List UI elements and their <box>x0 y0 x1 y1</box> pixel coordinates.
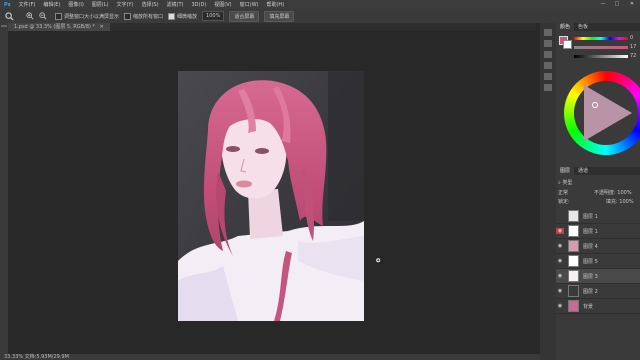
color-picker-marker <box>592 102 598 108</box>
history-icon[interactable] <box>544 29 552 36</box>
resize-windows-checkbox[interactable] <box>55 12 62 20</box>
tab-channels[interactable]: 通道 <box>574 167 592 175</box>
layers-list: 图层 1 ◉ 图层 1 ◉ 图层 4 ◉ 图层 5 ◉ 图层 3 ◉ 图层 2 ◉ 背景 <box>556 209 640 349</box>
menu-select[interactable]: 选择(S) <box>137 1 162 8</box>
saturation-value: 17 <box>630 44 637 50</box>
opacity-field[interactable]: 不透明度: 100% <box>594 189 632 196</box>
zoom-in-icon[interactable] <box>26 12 34 20</box>
status-bar: 33.33% 文档:5.93M/29.9M <box>0 354 540 360</box>
layer-name[interactable]: 图层 1 <box>583 228 598 235</box>
menu-view[interactable]: 视图(V) <box>210 1 235 8</box>
visibility-eye-icon[interactable]: ◉ <box>556 288 564 294</box>
menu-help[interactable]: 帮助(H) <box>262 1 288 8</box>
zoom-icon[interactable] <box>5 11 14 21</box>
background-color-swatch[interactable] <box>563 40 572 49</box>
document-tab[interactable]: 1.psd @ 33.3% (图层 5, RGB/8) * ✕ <box>8 23 110 31</box>
toolbar-collapse-icon[interactable] <box>1 25 7 27</box>
layer-row[interactable]: ◉ 背景 <box>556 299 640 314</box>
tool-panel <box>0 23 8 354</box>
layer-thumbnail <box>568 255 579 267</box>
close-button[interactable]: ✕ <box>625 0 639 9</box>
document-tab-bar: 1.psd @ 33.3% (图层 5, RGB/8) * ✕ <box>8 23 536 31</box>
layer-row[interactable]: ◉ 图层 4 <box>556 239 640 254</box>
zoom-cursor-icon <box>375 257 383 267</box>
visibility-eye-icon[interactable]: ◉ <box>556 303 564 309</box>
visibility-eye-icon[interactable]: ◉ <box>556 228 564 234</box>
layer-row[interactable]: ◉ 图层 2 <box>556 284 640 299</box>
menu-edit[interactable]: 编辑(E) <box>39 1 64 8</box>
brightness-slider[interactable] <box>574 55 628 58</box>
document-tab-title: 1.psd @ 33.3% (图层 5, RGB/8) * <box>14 24 95 30</box>
layer-thumbnail <box>568 285 579 297</box>
layer-row[interactable]: ◉ 图层 1 <box>556 224 640 239</box>
menu-type[interactable]: 文字(Y) <box>112 1 137 8</box>
tab-layers[interactable]: 图层 <box>556 167 575 175</box>
zoom-all-option[interactable]: 缩放所有窗口 <box>124 12 163 20</box>
layer-name[interactable]: 图层 5 <box>583 258 598 265</box>
color-panel-tabs: 颜色 色板 <box>556 23 640 31</box>
layer-filter[interactable]: ⌕ 类型 <box>558 179 572 186</box>
layer-row[interactable]: ◉ 图层 5 <box>556 254 640 269</box>
scrubby-zoom-option[interactable]: 细微缩放 <box>168 12 197 20</box>
right-panel: 颜色 色板 0 17 72 图层 通道 ⌕ 类型 正常 不透明度: 100% 锁… <box>556 23 640 360</box>
character-icon[interactable] <box>544 84 552 91</box>
status-text: 33.33% 文档:5.93M/29.9M <box>4 354 69 360</box>
zoom-out-icon[interactable] <box>39 12 47 20</box>
fit-screen-button[interactable]: 适合屏幕 <box>229 10 260 22</box>
color-triangle[interactable] <box>584 85 632 141</box>
menu-window[interactable]: 窗口(W) <box>236 1 263 8</box>
menu-file[interactable]: 文件(F) <box>15 1 40 8</box>
blend-mode-select[interactable]: 正常 <box>558 189 568 196</box>
zoom-value-field[interactable]: 100% <box>202 11 225 21</box>
maximize-button[interactable]: □ <box>610 0 624 9</box>
layers-panel-tabs: 图层 通道 <box>556 167 640 175</box>
layer-thumbnail <box>568 270 579 282</box>
layer-row[interactable]: 图层 1 <box>556 209 640 224</box>
lock-label: 锁定: <box>558 199 570 205</box>
zoom-all-checkbox[interactable] <box>124 12 132 20</box>
panel-icon-column <box>540 23 556 360</box>
resize-windows-option[interactable]: 调整窗口大小以满屏显示 <box>55 12 119 20</box>
layer-name[interactable]: 图层 3 <box>583 273 598 280</box>
layer-name[interactable]: 图层 4 <box>583 243 598 250</box>
filter-search-icon: ⌕ <box>558 180 561 186</box>
menu-layer[interactable]: 图层(L) <box>88 1 113 8</box>
clone-source-icon[interactable] <box>544 73 552 80</box>
visibility-eye-icon[interactable]: ◉ <box>556 258 564 264</box>
adjustments-icon[interactable] <box>544 51 552 58</box>
tab-color[interactable]: 颜色 <box>556 23 575 31</box>
artwork-painting <box>178 71 364 321</box>
menu-bar: Ps 文件(F) 编辑(E) 图像(I) 图层(L) 文字(Y) 选择(S) 滤… <box>0 0 640 9</box>
layer-name[interactable]: 背景 <box>583 303 593 310</box>
menu-image[interactable]: 图像(I) <box>64 1 87 8</box>
layer-thumbnail <box>568 300 579 312</box>
menu-3d[interactable]: 3D(D) <box>188 2 211 8</box>
scrubby-zoom-checkbox[interactable] <box>168 12 176 20</box>
document-canvas[interactable] <box>178 71 364 321</box>
layer-name[interactable]: 图层 1 <box>583 213 598 220</box>
visibility-eye-icon[interactable]: ◉ <box>556 243 564 249</box>
close-tab-icon[interactable]: ✕ <box>100 24 104 30</box>
layer-thumbnail <box>568 210 579 222</box>
brightness-value: 72 <box>630 53 637 59</box>
fill-screen-button[interactable]: 填充屏幕 <box>264 10 295 22</box>
hue-slider[interactable] <box>574 37 628 40</box>
options-bar: 调整窗口大小以满屏显示 缩放所有窗口 细微缩放 100% 适合屏幕 填充屏幕 <box>0 9 640 24</box>
hue-value: 0 <box>630 35 634 41</box>
saturation-slider[interactable] <box>574 46 628 49</box>
brush-settings-icon[interactable] <box>544 62 552 69</box>
menu-filter[interactable]: 滤镜(T) <box>163 1 188 8</box>
properties-icon[interactable] <box>544 40 552 47</box>
fill-field[interactable]: 填充: 100% <box>606 198 634 205</box>
layer-row[interactable]: ◉ 图层 3 <box>556 269 640 284</box>
minimize-button[interactable]: — <box>596 0 610 9</box>
layer-thumbnail <box>568 240 579 252</box>
visibility-eye-icon[interactable]: ◉ <box>556 273 564 279</box>
tab-swatches[interactable]: 色板 <box>574 23 592 31</box>
app-logo: Ps <box>4 1 11 8</box>
layer-thumbnail <box>568 225 579 237</box>
layer-name[interactable]: 图层 2 <box>583 288 598 295</box>
